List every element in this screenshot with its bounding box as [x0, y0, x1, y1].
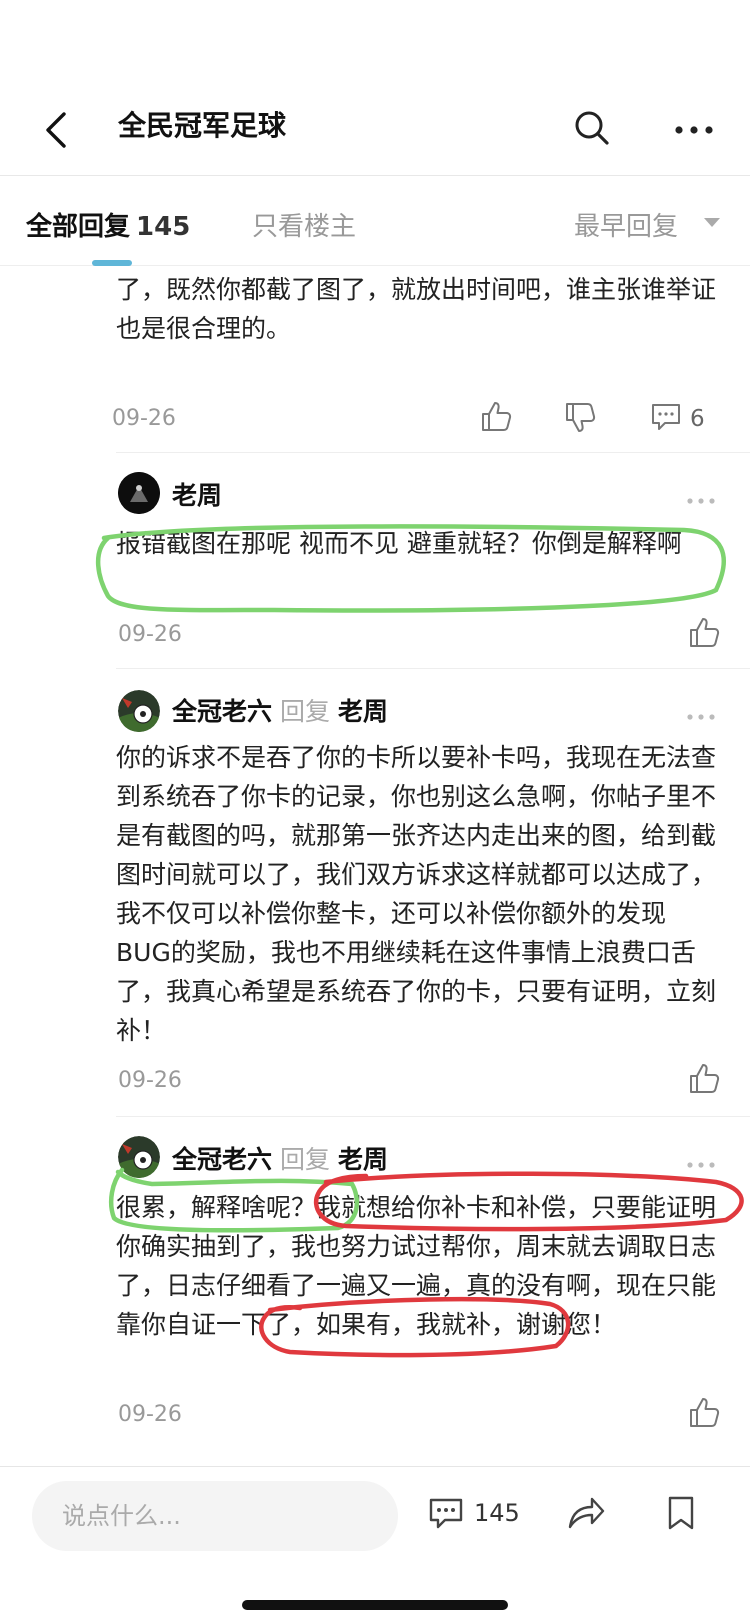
reply-author[interactable]: 全冠老六 — [172, 697, 272, 726]
comment-input[interactable]: 说点什么... — [32, 1481, 398, 1551]
home-indicator — [242, 1600, 508, 1610]
reply-word: 回复 — [280, 1145, 331, 1174]
avatar[interactable] — [118, 690, 160, 732]
reply-author[interactable]: 全冠老六 — [172, 1145, 272, 1174]
reply-more-icon[interactable] — [686, 712, 716, 722]
more-icon[interactable] — [672, 112, 716, 148]
reply-username[interactable]: 老周 — [172, 476, 222, 512]
search-icon[interactable] — [572, 108, 612, 148]
post-text: 了，既然你都截了图了，就放出时间吧，谁主张谁举证也是很合理的。 — [116, 275, 717, 343]
thumbs-up-icon[interactable] — [480, 400, 514, 432]
bottom-comment-count: 145 — [474, 1499, 520, 1527]
reply-tabs: 全部回复 145 只看楼主 最早回复 — [0, 176, 750, 266]
reply-username: 全冠老六 回复 老周 — [172, 692, 388, 728]
reply-username: 全冠老六 回复 老周 — [172, 1140, 388, 1176]
back-arrow-icon[interactable] — [38, 108, 78, 152]
divider — [116, 668, 750, 669]
thumbs-up-icon[interactable] — [688, 1062, 722, 1094]
comment-icon[interactable] — [650, 402, 682, 432]
bottom-bar: 说点什么... 145 — [0, 1466, 750, 1624]
divider — [116, 452, 750, 453]
reply-more-icon[interactable] — [686, 1160, 716, 1170]
bookmark-icon[interactable] — [666, 1495, 696, 1531]
tab-all-count: 145 — [136, 212, 191, 242]
avatar[interactable] — [118, 472, 160, 514]
reply-target-user[interactable]: 老周 — [338, 697, 388, 726]
thumbs-up-icon[interactable] — [688, 1396, 722, 1428]
post-date: 09-26 — [112, 406, 176, 431]
reply-text: 报错截图在那呢 视而不见 避重就轻？你倒是解释啊 — [116, 529, 682, 558]
page-title: 全民冠军足球 — [118, 109, 287, 142]
reply-list: 了，既然你都截了图了，就放出时间吧，谁主张谁举证也是很合理的。 09-26 6 … — [0, 266, 750, 1466]
divider — [116, 1116, 750, 1117]
tab-all-replies[interactable]: 全部回复 145 — [26, 206, 190, 243]
nav-bar: 全民冠军足球 — [0, 0, 750, 176]
tab-all-label: 全部回复 — [26, 212, 131, 242]
reply-date: 09-26 — [118, 1402, 182, 1427]
avatar[interactable] — [118, 1136, 160, 1178]
tab-op-only[interactable]: 只看楼主 — [252, 206, 356, 243]
reply-date: 09-26 — [118, 1068, 182, 1093]
sort-dropdown[interactable]: 最早回复 — [574, 206, 678, 243]
thumbs-up-icon[interactable] — [688, 616, 722, 648]
thumbs-down-icon[interactable] — [564, 402, 598, 434]
reply-text: 很累，解释啥呢？我就想给你补卡和补偿，只要能证明你确实抽到了，我也努力试过帮你，… — [116, 1193, 717, 1339]
caret-down-icon[interactable] — [704, 218, 720, 227]
reply-text: 你的诉求不是吞了你的卡所以要补卡吗，我现在无法查到系统吞了你卡的记录，你也别这么… — [116, 743, 717, 1045]
comment-icon[interactable] — [428, 1497, 464, 1531]
post-comment-count: 6 — [690, 406, 705, 432]
reply-more-icon[interactable] — [686, 496, 716, 506]
reply-word: 回复 — [280, 697, 331, 726]
reply-date: 09-26 — [118, 622, 182, 647]
reply-target-user[interactable]: 老周 — [338, 1145, 388, 1174]
active-tab-indicator — [92, 260, 132, 266]
share-icon[interactable] — [566, 1495, 606, 1531]
